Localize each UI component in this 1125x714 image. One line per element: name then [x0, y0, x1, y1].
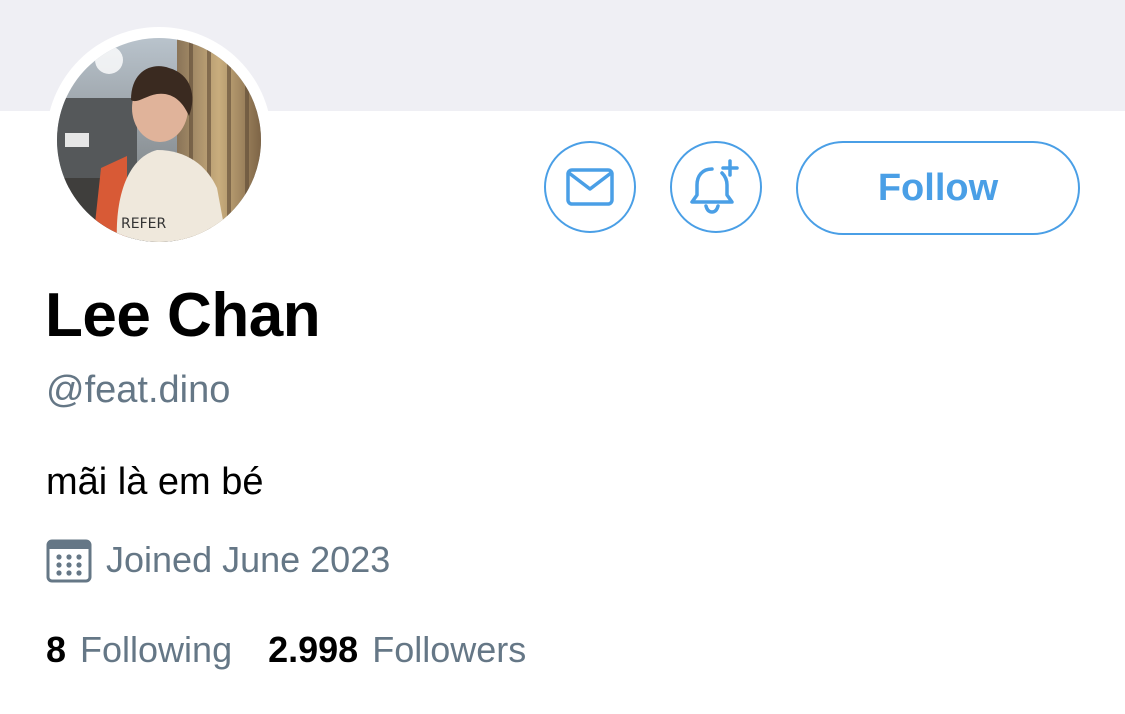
- bell-plus-icon: [690, 159, 739, 214]
- joined-date-row: Joined June 2023: [46, 536, 390, 584]
- followers-stat[interactable]: 2.998 Followers: [268, 629, 526, 671]
- svg-text:REFER: REFER: [121, 216, 166, 232]
- following-count: 8: [46, 629, 67, 670]
- username-handle: @feat.dino: [46, 369, 231, 411]
- followers-count: 2.998: [268, 629, 359, 670]
- profile-bio: mãi là em bé: [46, 461, 264, 503]
- mail-icon: [566, 168, 614, 206]
- follow-button[interactable]: Follow: [796, 141, 1080, 235]
- profile-page: REFER Follow Lee Chan @feat.dino mãi là …: [0, 0, 1125, 714]
- following-label: Following: [80, 629, 233, 670]
- following-stat[interactable]: 8 Following: [46, 629, 232, 671]
- notifications-button[interactable]: [670, 141, 762, 233]
- message-button[interactable]: [544, 141, 636, 233]
- avatar-photo: REFER: [57, 38, 261, 242]
- followers-label: Followers: [372, 629, 527, 670]
- calendar-icon: [46, 539, 92, 583]
- avatar[interactable]: REFER: [57, 38, 261, 242]
- joined-date: Joined June 2023: [106, 539, 391, 580]
- display-name: Lee Chan: [45, 281, 321, 350]
- follow-stats: 8 Following 2.998 Followers: [46, 628, 526, 672]
